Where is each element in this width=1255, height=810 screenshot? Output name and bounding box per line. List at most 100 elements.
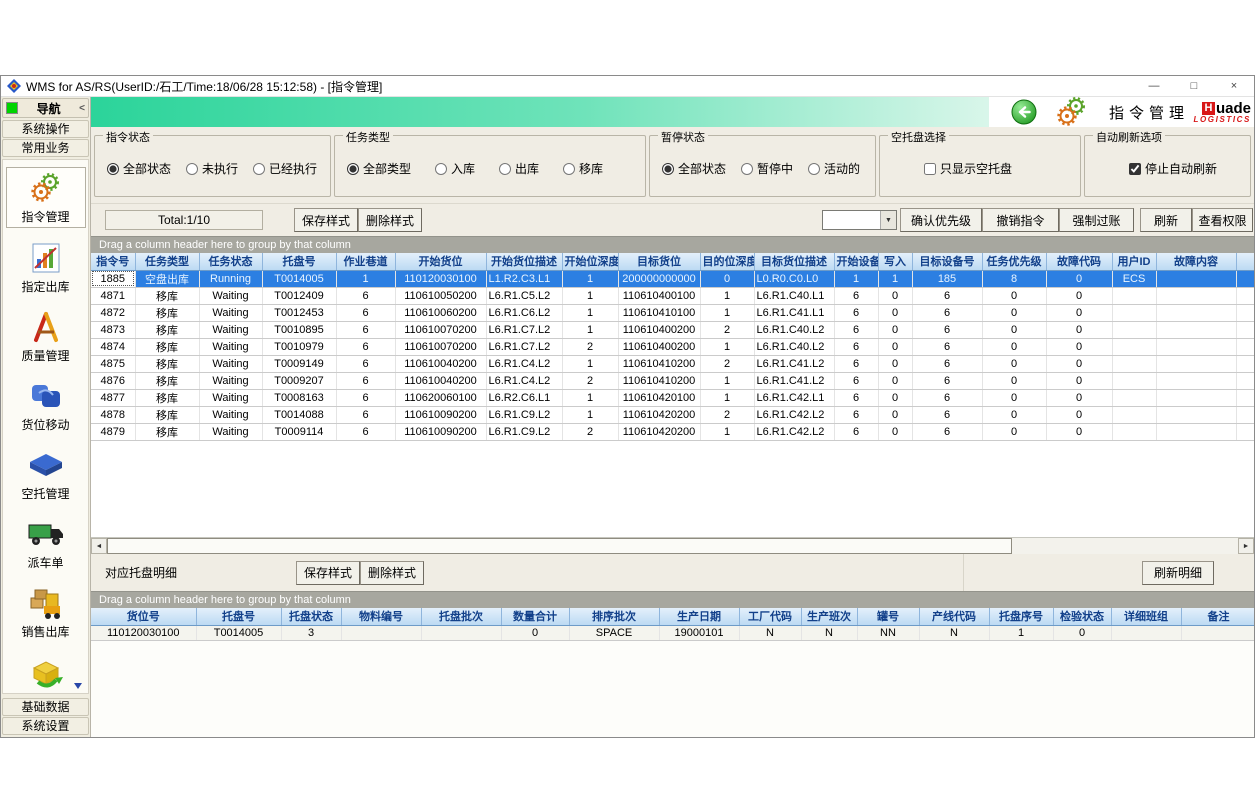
table-row[interactable]: 4874移库WaitingT00109796110610070200L6.R1.… bbox=[91, 338, 1254, 355]
save-style-button[interactable]: 保存样式 bbox=[294, 208, 358, 232]
sidebar-item-base-data[interactable]: 基础数据 bbox=[2, 698, 89, 716]
radio-option[interactable]: 全部状态 bbox=[662, 160, 726, 177]
column-header[interactable]: 排序批次 bbox=[569, 608, 659, 625]
column-header[interactable]: 托盘序号 bbox=[989, 608, 1053, 625]
radio-option[interactable]: 出库 bbox=[499, 160, 539, 177]
table-row[interactable]: 4876移库WaitingT00092076110610040200L6.R1.… bbox=[91, 372, 1254, 389]
column-header[interactable]: 产线代码 bbox=[919, 608, 989, 625]
table-row[interactable]: 4878移库WaitingT00140886110610090200L6.R1.… bbox=[91, 406, 1254, 423]
sidebar-section-common-business[interactable]: 常用业务 bbox=[2, 139, 89, 157]
table-row[interactable]: 4877移库WaitingT00081636110620060100L6.R2.… bbox=[91, 389, 1254, 406]
view-permission-button[interactable]: 查看权限 bbox=[1192, 208, 1253, 232]
table-cell: L6.R1.C6.L2 bbox=[486, 304, 562, 321]
priority-combobox[interactable]: ▼ bbox=[822, 210, 897, 230]
refresh-button[interactable]: 刷新 bbox=[1140, 208, 1192, 232]
sidebar-item[interactable]: 派车单 bbox=[6, 514, 86, 573]
checkbox-option[interactable]: 停止自动刷新 bbox=[1129, 160, 1217, 177]
scroll-left-icon[interactable]: ◄ bbox=[91, 538, 107, 554]
table-row[interactable]: 4871移库WaitingT00124096110610050200L6.R1.… bbox=[91, 287, 1254, 304]
table-row[interactable]: 4872移库WaitingT00124536110610060200L6.R1.… bbox=[91, 304, 1254, 321]
column-header[interactable]: 任务状态 bbox=[199, 253, 262, 270]
column-header[interactable]: 用户ID bbox=[1112, 253, 1156, 270]
radio-option[interactable]: 未执行 bbox=[186, 160, 238, 177]
detail-save-style-button[interactable]: 保存样式 bbox=[296, 561, 360, 585]
chevron-down-icon[interactable]: ▼ bbox=[880, 211, 896, 229]
column-header[interactable] bbox=[1236, 253, 1254, 270]
horizontal-scrollbar[interactable]: ◄ ► bbox=[91, 537, 1254, 554]
minimize-button[interactable]: — bbox=[1134, 76, 1174, 96]
sidebar-item[interactable]: 空托管理 bbox=[6, 445, 86, 504]
collapse-icon[interactable]: < bbox=[79, 103, 85, 114]
column-header[interactable]: 托盘状态 bbox=[281, 608, 341, 625]
table-cell: T0010979 bbox=[262, 338, 336, 355]
column-header[interactable]: 任务优先级 bbox=[982, 253, 1046, 270]
table-cell: 空盘出库 bbox=[135, 270, 199, 287]
column-header[interactable]: 开始货位描述 bbox=[486, 253, 562, 270]
column-header[interactable]: 目标货位描述 bbox=[754, 253, 834, 270]
column-header[interactable]: 货位号 bbox=[91, 608, 196, 625]
cancel-command-button[interactable]: 撤销指令 bbox=[982, 208, 1059, 232]
titlebar[interactable]: WMS for AS/RS(UserID:/石工/Time:18/06/28 1… bbox=[1, 76, 1254, 97]
table-cell: 6 bbox=[912, 338, 982, 355]
column-header[interactable]: 备注 bbox=[1181, 608, 1254, 625]
sidebar-item[interactable]: 指令管理 bbox=[6, 167, 86, 228]
checkbox-option[interactable]: 只显示空托盘 bbox=[924, 160, 1012, 177]
forklift-icon bbox=[28, 585, 64, 621]
column-header[interactable]: 指令号 bbox=[91, 253, 135, 270]
table-row[interactable]: 1885空盘出库RunningT00140051110120030100L1.R… bbox=[91, 270, 1254, 287]
force-post-button[interactable]: 强制过账 bbox=[1059, 208, 1134, 232]
column-header[interactable]: 生产班次 bbox=[801, 608, 857, 625]
total-indicator: Total:1/10 bbox=[105, 210, 263, 230]
column-header[interactable]: 写入 bbox=[878, 253, 912, 270]
refresh-detail-button[interactable]: 刷新明细 bbox=[1142, 561, 1214, 585]
column-header[interactable]: 目标设备号 bbox=[912, 253, 982, 270]
scrollbar-thumb[interactable] bbox=[107, 538, 1012, 554]
column-header[interactable]: 数量合计 bbox=[501, 608, 569, 625]
confirm-priority-button[interactable]: 确认优先级 bbox=[900, 208, 982, 232]
back-button[interactable] bbox=[1011, 99, 1037, 125]
radio-option[interactable]: 入库 bbox=[435, 160, 475, 177]
column-header[interactable]: 目标货位 bbox=[618, 253, 700, 270]
column-header[interactable]: 物料编号 bbox=[341, 608, 421, 625]
radio-option[interactable]: 移库 bbox=[563, 160, 603, 177]
sidebar-item-system-settings[interactable]: 系统设置 bbox=[2, 717, 89, 735]
detail-delete-style-button[interactable]: 删除样式 bbox=[360, 561, 424, 585]
sidebar-item[interactable]: 指定出库 bbox=[6, 238, 86, 297]
radio-option[interactable]: 活动的 bbox=[808, 160, 860, 177]
column-header[interactable]: 开始位深度 bbox=[562, 253, 618, 270]
column-header[interactable]: 详细班组 bbox=[1111, 608, 1181, 625]
column-header[interactable]: 作业巷道 bbox=[336, 253, 395, 270]
table-row[interactable]: 4873移库WaitingT00108956110610070200L6.R1.… bbox=[91, 321, 1254, 338]
radio-option[interactable]: 暂停中 bbox=[741, 160, 793, 177]
column-header[interactable]: 故障代码 bbox=[1046, 253, 1112, 270]
sidebar-item[interactable]: 质量管理 bbox=[6, 307, 86, 366]
delete-style-button[interactable]: 删除样式 bbox=[358, 208, 422, 232]
column-header[interactable]: 托盘批次 bbox=[421, 608, 501, 625]
sidebar-item-system-ops[interactable]: 系统操作 bbox=[2, 120, 89, 138]
column-header[interactable]: 开始设备 bbox=[834, 253, 878, 270]
combobox-value bbox=[823, 211, 880, 229]
overflow-down-icon[interactable] bbox=[73, 682, 83, 690]
column-header[interactable]: 罐号 bbox=[857, 608, 919, 625]
column-header[interactable]: 托盘号 bbox=[196, 608, 281, 625]
column-header[interactable]: 目的位深度 bbox=[700, 253, 754, 270]
column-header[interactable]: 任务类型 bbox=[135, 253, 199, 270]
radio-option[interactable]: 全部状态 bbox=[107, 160, 171, 177]
column-header[interactable]: 故障内容 bbox=[1156, 253, 1236, 270]
maximize-button[interactable]: □ bbox=[1174, 76, 1214, 96]
sidebar-item[interactable]: 货位移动 bbox=[6, 376, 86, 435]
close-button[interactable]: × bbox=[1214, 76, 1254, 96]
table-row[interactable]: 4879移库WaitingT00091146110610090200L6.R1.… bbox=[91, 423, 1254, 440]
column-header[interactable]: 开始货位 bbox=[395, 253, 486, 270]
column-header[interactable]: 托盘号 bbox=[262, 253, 336, 270]
column-header[interactable]: 检验状态 bbox=[1053, 608, 1111, 625]
radio-option[interactable]: 全部类型 bbox=[347, 160, 411, 177]
table-row[interactable]: 4875移库WaitingT00091496110610040200L6.R1.… bbox=[91, 355, 1254, 372]
table-row[interactable]: 110120030100T001400530SPACE19000101NNNNN… bbox=[91, 625, 1254, 640]
scroll-right-icon[interactable]: ► bbox=[1238, 538, 1254, 554]
column-header[interactable]: 生产日期 bbox=[659, 608, 739, 625]
grid-empty-area bbox=[91, 441, 1254, 538]
column-header[interactable]: 工厂代码 bbox=[739, 608, 801, 625]
radio-option[interactable]: 已经执行 bbox=[253, 160, 317, 177]
sidebar-item[interactable]: 销售出库 bbox=[6, 583, 86, 642]
